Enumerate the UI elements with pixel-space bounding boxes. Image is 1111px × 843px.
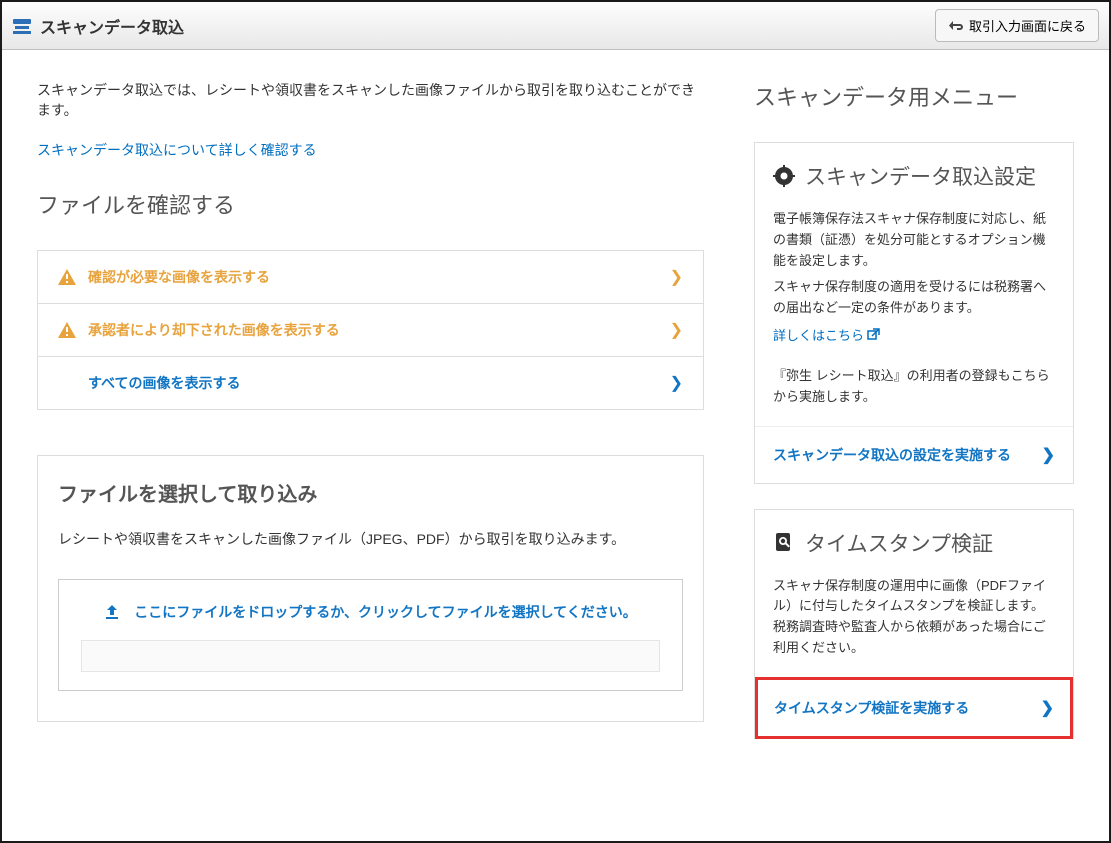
app-header: スキャンデータ取込 取引入力画面に戻る	[2, 2, 1109, 50]
timestamp-card: タイムスタンプ検証 スキャナ保存制度の運用中に画像（PDFファイル）に付与したタ…	[754, 509, 1074, 739]
back-button[interactable]: 取引入力画面に戻る	[935, 9, 1099, 42]
import-title: ファイルを選択して取り込み	[58, 478, 683, 507]
import-desc: レシートや領収書をスキャンした画像ファイル（JPEG、PDF）から取引を取り込み…	[58, 529, 683, 549]
header-left: スキャンデータ取込	[12, 14, 184, 38]
settings-note: 『弥生 レシート取込』の利用者の登録もこちらから実施します。	[773, 366, 1055, 408]
dropzone-label: ここにファイルをドロップするか、クリックしてファイルを選択してください。	[77, 602, 664, 622]
files-section-title: ファイルを確認する	[37, 188, 704, 220]
back-button-label: 取引入力画面に戻る	[969, 16, 1086, 35]
timestamp-card-title: タイムスタンプ検証	[773, 528, 1055, 558]
row-all-images[interactable]: すべての画像を表示する ❯	[37, 357, 704, 410]
row-label: 確認が必要な画像を表示する	[88, 267, 270, 287]
timestamp-action[interactable]: タイムスタンプ検証を実施する ❯	[755, 677, 1073, 739]
warning-icon	[58, 269, 76, 285]
action-label: スキャンデータ取込の設定を実施する	[773, 445, 1011, 465]
chevron-right-icon: ❯	[1041, 698, 1054, 718]
settings-title-text: スキャンデータ取込設定	[805, 161, 1036, 191]
import-card: ファイルを選択して取り込み レシートや領収書をスキャンした画像ファイル（JPEG…	[37, 455, 704, 722]
settings-card-title: スキャンデータ取込設定	[773, 161, 1055, 191]
warning-icon	[58, 322, 76, 338]
main-column: スキャンデータ取込では、レシートや領収書をスキャンした画像ファイルから取引を取り…	[37, 80, 704, 764]
settings-action[interactable]: スキャンデータ取込の設定を実施する ❯	[755, 426, 1073, 483]
link-text: 詳しくはこちら	[773, 325, 864, 344]
row-need-confirm[interactable]: 確認が必要な画像を表示する ❯	[37, 250, 704, 304]
return-icon	[948, 19, 963, 32]
dropzone-text: ここにファイルをドロップするか、クリックしてファイルを選択してください。	[134, 602, 636, 622]
scanner-icon	[12, 17, 32, 35]
intro-link[interactable]: スキャンデータ取込について詳しく確認する	[37, 140, 317, 160]
gear-icon	[773, 165, 795, 187]
intro-text: スキャンデータ取込では、レシートや領収書をスキャンした画像ファイルから取引を取り…	[37, 80, 704, 120]
search-document-icon	[773, 532, 795, 554]
upload-icon	[104, 604, 120, 620]
settings-text2: スキャナ保存制度の適用を受けるには税務署への届出など一定の条件があります。	[773, 277, 1055, 319]
external-link-icon	[867, 328, 880, 341]
settings-detail-link[interactable]: 詳しくはこちら	[773, 325, 880, 344]
dropzone-input-area[interactable]	[81, 640, 660, 672]
files-list: 確認が必要な画像を表示する ❯ 承認者により却下された画像を表示する ❯ すべて…	[37, 250, 704, 410]
row-rejected[interactable]: 承認者により却下された画像を表示する ❯	[37, 304, 704, 357]
row-label: すべての画像を表示する	[88, 373, 240, 393]
chevron-right-icon: ❯	[1042, 445, 1055, 465]
side-column: スキャンデータ用メニュー スキャンデータ取込設定 電子帳簿保存法スキャナ保存制度…	[754, 80, 1074, 764]
timestamp-text: スキャナ保存制度の運用中に画像（PDFファイル）に付与したタイムスタンプを検証し…	[773, 576, 1055, 659]
page-title: スキャンデータ取込	[40, 14, 184, 38]
chevron-right-icon: ❯	[670, 267, 683, 287]
settings-card: スキャンデータ取込設定 電子帳簿保存法スキャナ保存制度に対応し、紙の書類（証憑）…	[754, 142, 1074, 484]
chevron-right-icon: ❯	[670, 373, 683, 393]
file-dropzone[interactable]: ここにファイルをドロップするか、クリックしてファイルを選択してください。	[58, 579, 683, 691]
timestamp-title-text: タイムスタンプ検証	[805, 528, 993, 558]
row-label: 承認者により却下された画像を表示する	[88, 320, 340, 340]
action-label: タイムスタンプ検証を実施する	[774, 698, 969, 718]
side-menu-title: スキャンデータ用メニュー	[754, 80, 1074, 112]
chevron-right-icon: ❯	[670, 320, 683, 340]
settings-text1: 電子帳簿保存法スキャナ保存制度に対応し、紙の書類（証憑）を処分可能とするオプショ…	[773, 209, 1055, 271]
content: スキャンデータ取込では、レシートや領収書をスキャンした画像ファイルから取引を取り…	[2, 50, 1109, 764]
